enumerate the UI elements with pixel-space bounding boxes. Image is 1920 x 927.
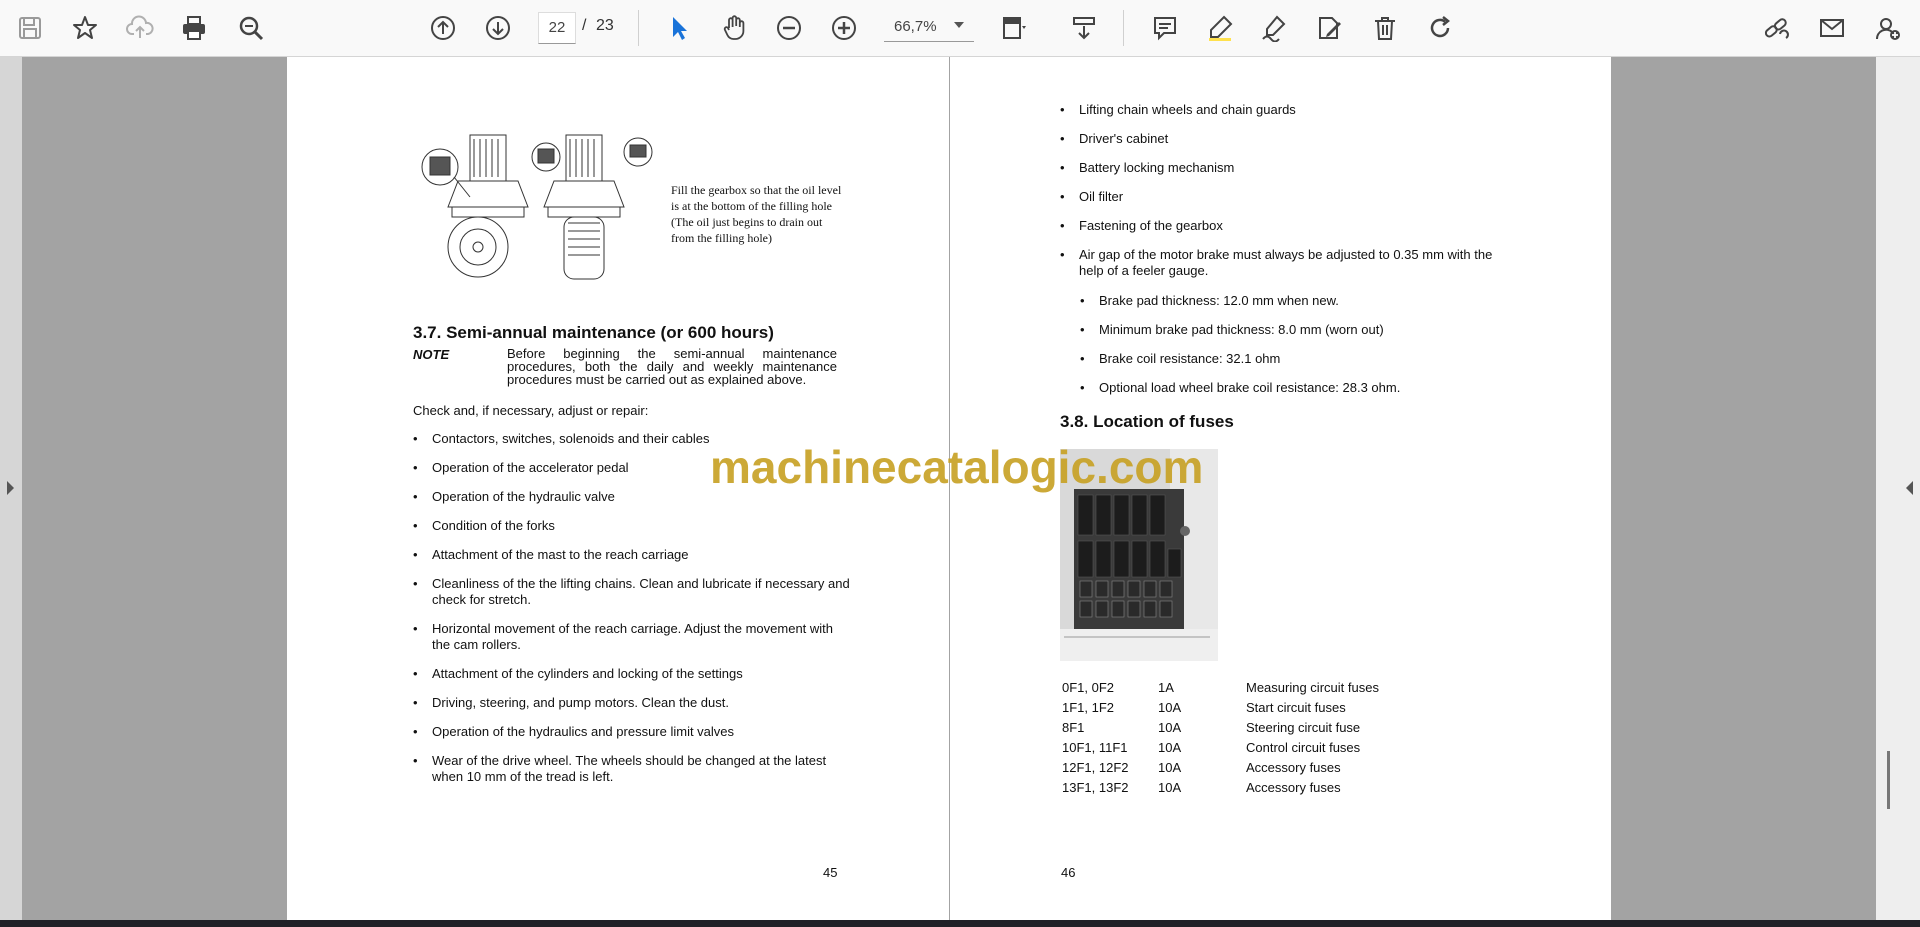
list-item: Minimum brake pad thickness: 8.0 mm (wor… <box>1080 322 1500 338</box>
figure-caption-line: from the filling hole) <box>671 231 772 245</box>
fuse-id: 12F1, 12F2 <box>1062 759 1129 775</box>
page-separator: / <box>582 17 587 34</box>
list-item: Brake coil resistance: 32.1 ohm <box>1080 351 1500 367</box>
fuse-description: Steering circuit fuse <box>1246 719 1361 735</box>
sign-icon[interactable] <box>1256 10 1292 46</box>
fuse-id: 10F1, 11F1 <box>1062 739 1128 755</box>
toolbar-divider <box>638 10 639 46</box>
fuse-table: 0F1, 0F2 1A Measuring circuit fuses 1F1,… <box>1062 679 1379 799</box>
fuse-id: 0F1, 0F2 <box>1062 679 1115 695</box>
toolbar-divider <box>1123 10 1124 46</box>
right-panel <box>1876 57 1920 920</box>
scrollbar-thumb[interactable] <box>1887 751 1890 809</box>
figure-caption-line: (The oil just begins to drain out <box>671 215 823 229</box>
table-row: 10F1, 11F1 10A Control circuit fuses <box>1062 739 1379 759</box>
note-label: NOTE <box>413 347 450 362</box>
fuse-rating: 10A <box>1158 779 1182 795</box>
page-display-icon[interactable] <box>996 10 1032 46</box>
mail-icon[interactable] <box>1814 10 1850 46</box>
fuse-rating: 1A <box>1158 679 1174 695</box>
link-icon[interactable] <box>1758 10 1794 46</box>
star-icon[interactable] <box>67 10 103 46</box>
select-cursor-icon[interactable] <box>661 10 697 46</box>
zoom-in-icon[interactable] <box>826 10 862 46</box>
brake-sublist: Brake pad thickness: 12.0 mm when new. M… <box>1080 293 1500 409</box>
fuse-rating: 10A <box>1158 739 1182 755</box>
figure-caption: Fill the gearbox so that the oil level i… <box>671 182 871 246</box>
list-item: Air gap of the motor brake must always b… <box>1060 247 1500 279</box>
fuse-description: Accessory fuses <box>1246 759 1341 775</box>
page-number: 46 <box>1061 865 1076 880</box>
hand-icon[interactable] <box>716 10 752 46</box>
page-number: 45 <box>823 865 838 880</box>
list-item: Lifting chain wheels and chain guards <box>1060 102 1500 118</box>
list-item: Optional load wheel brake coil resistanc… <box>1080 380 1500 396</box>
fuse-id: 1F1, 1F2 <box>1062 699 1115 715</box>
arrow-up-icon[interactable] <box>425 10 461 46</box>
list-item: Horizontal movement of the reach carriag… <box>413 621 853 653</box>
list-item: Condition of the forks <box>413 518 853 534</box>
zoom-out-icon[interactable] <box>771 10 807 46</box>
figure-caption-line: Fill the gearbox so that the oil level <box>671 183 842 197</box>
note-text: Before beginning the semi-annual mainten… <box>507 347 837 386</box>
gearbox-drawing <box>421 134 653 280</box>
zoom-search-icon[interactable] <box>233 10 269 46</box>
fuse-rating: 10A <box>1158 699 1182 715</box>
watermark-text: machinecatalogic.com <box>710 441 1204 493</box>
list-item: Brake pad thickness: 12.0 mm when new. <box>1080 293 1500 309</box>
list-item: Oil filter <box>1060 189 1500 205</box>
table-row: 0F1, 0F2 1A Measuring circuit fuses <box>1062 679 1379 699</box>
arrow-down-icon[interactable] <box>480 10 516 46</box>
list-item: Attachment of the cylinders and locking … <box>413 666 853 682</box>
fuse-description: Start circuit fuses <box>1246 699 1346 715</box>
table-row: 1F1, 1F2 10A Start circuit fuses <box>1062 699 1379 719</box>
list-item: Driver's cabinet <box>1060 131 1500 147</box>
fuse-rating: 10A <box>1158 719 1182 735</box>
chevron-right-icon[interactable] <box>7 481 14 495</box>
left-panel-toggle[interactable] <box>0 57 22 920</box>
chevron-down-icon[interactable] <box>954 22 964 28</box>
scroll-mode-icon[interactable] <box>1066 10 1102 46</box>
comment-icon[interactable] <box>1147 10 1183 46</box>
chevron-left-icon[interactable] <box>1906 481 1913 495</box>
section-heading: 3.7. Semi-annual maintenance (or 600 hou… <box>413 323 774 342</box>
list-item: Wear of the drive wheel. The wheels shou… <box>413 753 853 785</box>
list-item: Fastening of the gearbox <box>1060 218 1500 234</box>
fuse-description: Control circuit fuses <box>1246 739 1361 755</box>
table-row: 13F1, 13F2 10A Accessory fuses <box>1062 779 1379 799</box>
rotate-icon[interactable] <box>1422 10 1458 46</box>
section-heading: 3.8. Location of fuses <box>1060 412 1234 431</box>
figure-caption-line: is at the bottom of the filling hole <box>671 199 832 213</box>
delete-icon[interactable] <box>1367 10 1403 46</box>
list-item: Attachment of the mast to the reach carr… <box>413 547 853 563</box>
maintenance-list: Lifting chain wheels and chain guards Dr… <box>1060 102 1500 292</box>
user-add-icon[interactable] <box>1870 10 1906 46</box>
toolbar: 22 / 23 66,7% <box>0 0 1920 57</box>
fuse-rating: 10A <box>1158 759 1182 775</box>
table-row: 12F1, 12F2 10A Accessory fuses <box>1062 759 1379 779</box>
highlight-icon[interactable] <box>1202 10 1238 46</box>
list-item: Driving, steering, and pump motors. Clea… <box>413 695 853 711</box>
page-total: 23 <box>596 17 614 34</box>
taskbar-strip <box>0 920 1920 927</box>
print-icon[interactable] <box>176 10 212 46</box>
fuse-description: Accessory fuses <box>1246 779 1341 795</box>
list-item: Operation of the hydraulics and pressure… <box>413 724 853 740</box>
fuse-id: 13F1, 13F2 <box>1062 779 1129 795</box>
fuse-id: 8F1 <box>1062 719 1085 735</box>
cloud-upload-icon[interactable] <box>122 10 158 46</box>
table-row: 8F1 10A Steering circuit fuse <box>1062 719 1379 739</box>
page-number-input[interactable]: 22 <box>538 12 576 44</box>
edit-icon[interactable] <box>1311 10 1347 46</box>
intro-text: Check and, if necessary, adjust or repai… <box>413 403 649 418</box>
save-icon[interactable] <box>12 10 48 46</box>
list-item: Battery locking mechanism <box>1060 160 1500 176</box>
list-item: Cleanliness of the the lifting chains. C… <box>413 576 853 608</box>
fuse-description: Measuring circuit fuses <box>1246 679 1379 695</box>
note-line: procedures must be carried out as explai… <box>507 372 807 387</box>
